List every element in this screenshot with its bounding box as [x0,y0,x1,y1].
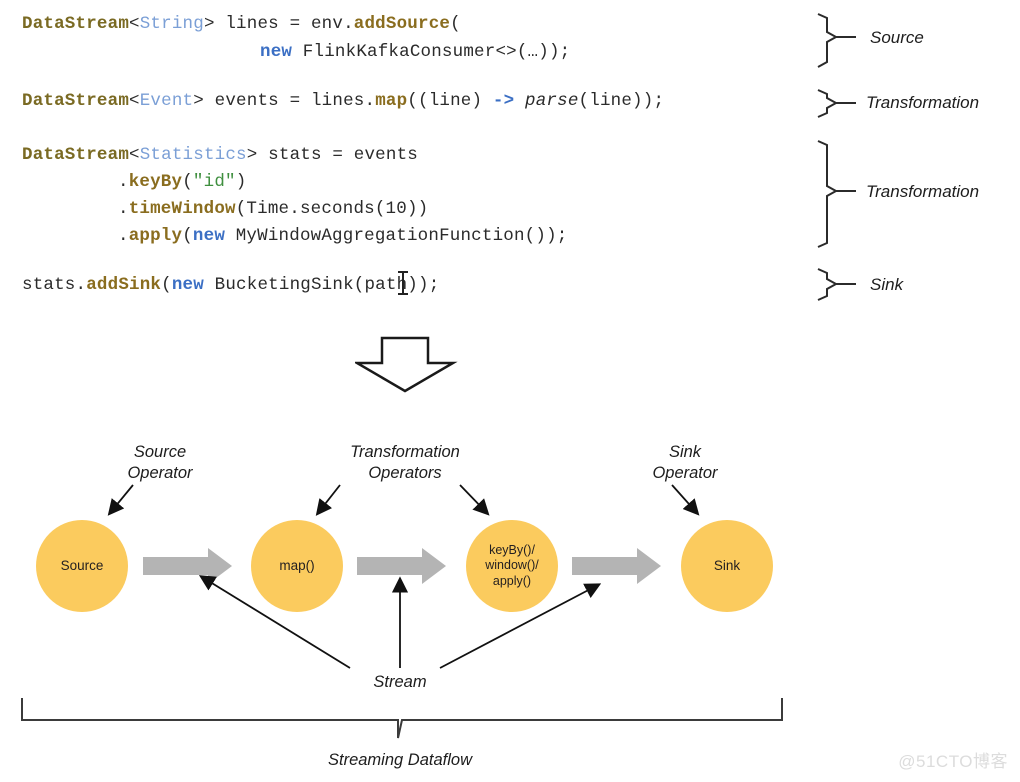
down-arrow-icon [355,336,458,393]
brace-label-transformation-2: Transformation [866,182,980,201]
code-token: FlinkKafkaConsumer<>(…)); [292,42,571,62]
code-token: < [129,145,140,165]
code-line-5: .keyBy("id") [118,172,246,192]
brace-label-sink: Sink [870,275,904,294]
code-line-3: DataStream<Event> events = lines.map((li… [22,91,664,111]
code-token: > lines = env. [203,14,354,34]
code-line-7: .apply(new MyWindowAggregationFunction()… [118,226,568,246]
code-token: String [139,14,204,34]
brace-sink-shape [817,268,839,301]
brace-transformation-1-shape [817,89,839,118]
flow-arrow-2 [357,548,446,584]
flow-arrow-1 [143,548,232,584]
brace-transformation-2-shape [817,140,839,248]
pointer-source-operator [107,484,134,516]
code-line-2: new FlinkKafkaConsumer<>(…)); [260,42,570,62]
text-cursor-artifact-top [398,271,408,273]
brace-label-source: Source [870,28,924,47]
code-token: new [171,275,204,295]
node-source-label: Source [60,557,104,573]
code-token: < [129,14,140,34]
code-token: ( [161,275,172,295]
annot-transform-operators: Transformation Operators [350,443,460,482]
code-token: new [260,42,293,62]
code-token: addSink [86,275,162,295]
node-map[interactable]: map() [251,520,343,612]
code-token: DataStream [22,14,130,34]
streaming-dataflow-brace [21,698,783,739]
code-token: . [118,172,129,192]
code-token: BucketingSink(path)); [203,275,440,295]
pointer-transform-operators-right [459,484,490,516]
code-token: "id" [192,172,236,192]
text-cursor-artifact-bottom [398,293,408,295]
annot-source-operator: Source Operator [127,443,193,482]
node-window-label: keyBy()/ window()/ apply() [485,542,539,588]
code-token: apply [128,226,183,246]
code-token: DataStream [22,145,130,165]
flow-diagram: Source map() keyBy()/ window()/ apply() … [0,420,1020,782]
watermark: @51CTO博客 [898,752,1008,771]
code-token: Statistics [139,145,247,165]
annot-streaming-dataflow: Streaming Dataflow [328,751,472,769]
code-line-1: DataStream<String> lines = env.addSource… [22,14,461,34]
code-token: addSource [353,14,451,34]
text-cursor-artifact [402,272,404,294]
code-line-4: DataStream<Statistics> stats = events [22,145,418,165]
code-token: (Time.seconds(10)) [235,199,429,219]
code-token: -> [492,91,515,111]
annot-stream: Stream [373,673,427,691]
code-token: (line)); [578,91,665,111]
code-token: > events = lines. [193,91,376,111]
pointer-transform-operators-left [315,484,341,516]
code-token: > stats = events [246,145,418,165]
brace-source-shape [817,13,839,68]
brace-label-transformation-1: Transformation [866,93,980,112]
code-token: stats. [22,275,87,295]
code-token: ((line) [407,91,493,111]
code-token: timeWindow [128,199,236,219]
code-line-8: stats.addSink(new BucketingSink(path)); [22,275,439,295]
node-map-label: map() [279,557,315,573]
code-token: < [129,91,140,111]
code-line-6: .timeWindow(Time.seconds(10)) [118,199,428,219]
code-token: . [118,199,129,219]
code-token: ( [450,14,461,34]
node-sink-label: Sink [713,557,741,573]
code-token: ( [182,172,193,192]
code-token: parse [525,91,579,111]
code-token: . [118,226,129,246]
node-sink[interactable]: Sink [681,520,773,612]
code-token: Event [139,91,194,111]
code-panel: DataStream<String> lines = env.addSource… [0,0,810,310]
node-source[interactable]: Source [36,520,128,612]
flow-arrow-3 [572,548,661,584]
code-token: MyWindowAggregationFunction()); [225,226,568,246]
code-token: map [375,91,408,111]
code-token: ) [235,172,247,192]
code-token: keyBy [128,172,183,192]
pointer-sink-operator [671,484,700,516]
annot-sink-operator: Sink Operator [652,443,718,482]
code-token: new [192,226,226,246]
code-token: ( [182,226,193,246]
code-token: DataStream [22,91,130,111]
node-window[interactable]: keyBy()/ window()/ apply() [466,520,558,612]
